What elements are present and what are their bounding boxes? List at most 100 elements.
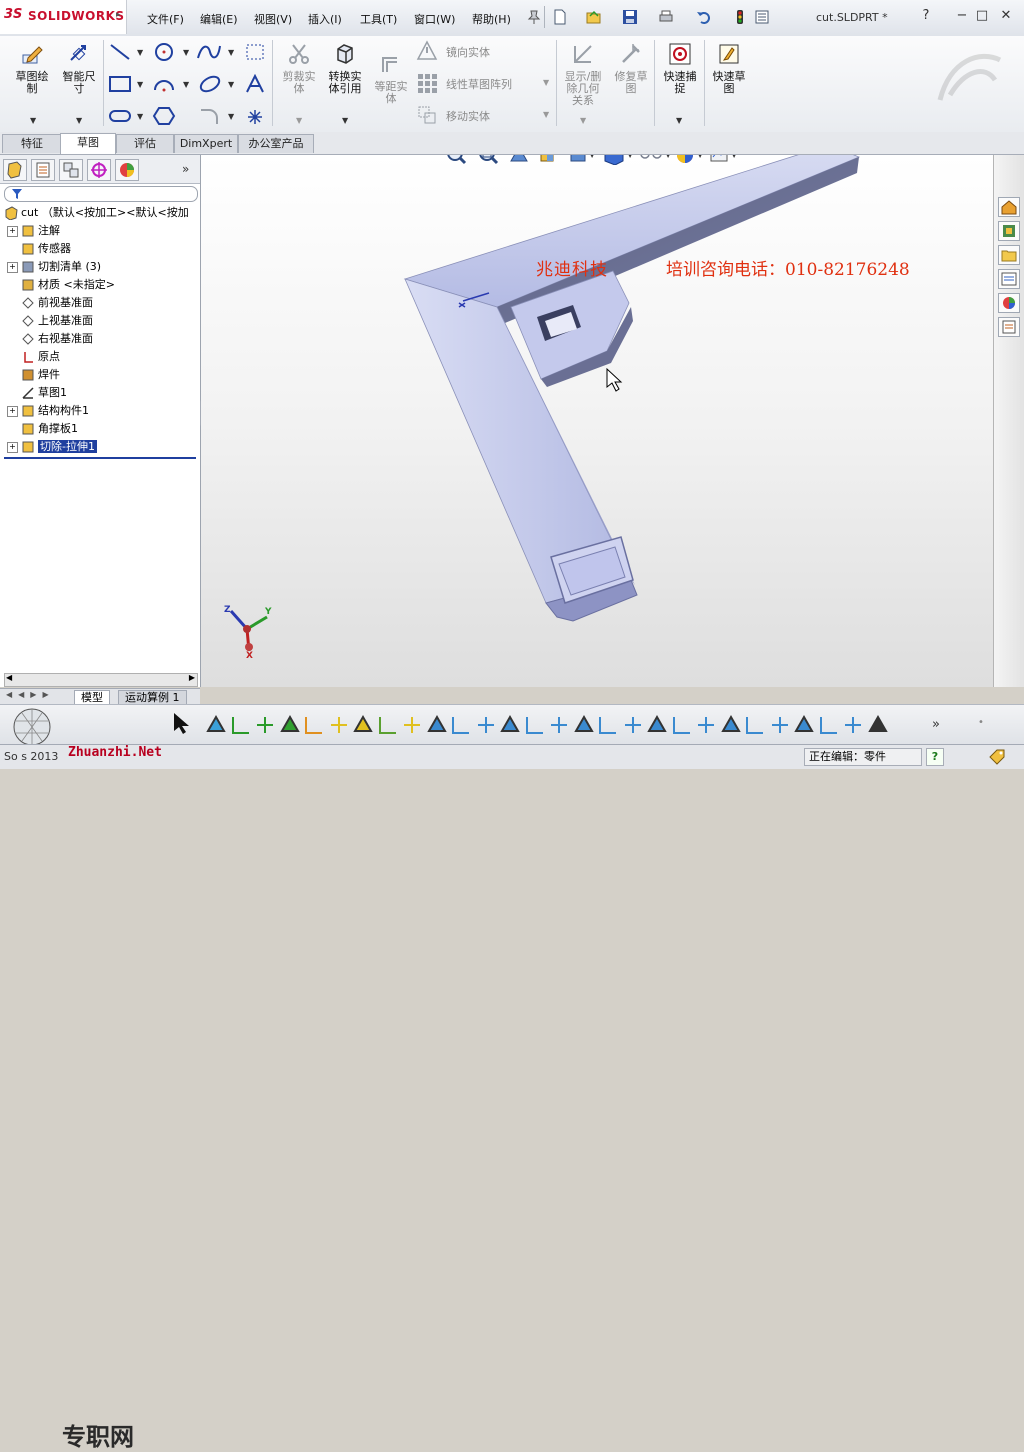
property-manager-tab-icon[interactable] <box>31 159 55 181</box>
equal-icon[interactable] <box>425 713 449 737</box>
help-button[interactable]: ? <box>918 8 934 24</box>
text-note-icon[interactable] <box>841 713 865 737</box>
quick-snaps-button[interactable]: 快速捕 捉 <box>657 40 703 95</box>
pierce-icon[interactable] <box>547 713 571 737</box>
move-entities-icon[interactable] <box>416 104 438 126</box>
custom-properties-icon[interactable] <box>998 317 1020 337</box>
rectangle-icon[interactable] <box>108 74 132 94</box>
datum-icon[interactable] <box>817 713 841 737</box>
fillet-icon[interactable] <box>198 106 222 126</box>
line-dropdown-icon[interactable]: ▼ <box>137 48 143 57</box>
slot-icon[interactable] <box>108 106 132 126</box>
graphics-area[interactable]: ▼ ▼ ▼ ▼ ▼ − ❐ ✕ <box>201 155 993 687</box>
select-pointer-icon[interactable] <box>170 711 190 735</box>
expand-icon[interactable]: + <box>7 405 18 417</box>
add-relation-icon[interactable] <box>204 713 228 737</box>
feature-tree-item[interactable]: + 结构构件1 <box>0 402 89 420</box>
merge-icon[interactable] <box>523 713 547 737</box>
relations-dropdown-icon[interactable]: ▼ <box>580 116 586 125</box>
rollback-bar[interactable] <box>4 457 196 459</box>
feature-tree-item[interactable]: 原点 <box>0 348 60 366</box>
save-icon[interactable] <box>622 9 638 25</box>
toolbar-grip-icon[interactable]: • <box>978 717 984 728</box>
snaps-dropdown-icon[interactable]: ▼ <box>676 116 682 125</box>
panel-expand-icon[interactable]: » <box>182 162 189 176</box>
coincident-icon[interactable] <box>351 713 375 737</box>
rapid-sketch-button[interactable]: 快速草 图 <box>706 40 752 95</box>
feature-tree-item[interactable]: + 切割清单 (3) <box>0 258 101 276</box>
menu-tools[interactable]: 工具(T) <box>360 11 397 27</box>
geometric-tolerance-icon[interactable] <box>792 713 816 737</box>
tab-scroll-arrows-icon[interactable]: ◀◀▶▶ <box>6 690 55 699</box>
menu-help[interactable]: 帮助(H) <box>472 11 511 27</box>
midpoint-icon[interactable] <box>400 713 424 737</box>
text-icon[interactable] <box>244 74 266 94</box>
feature-tree-item[interactable]: 草图1 <box>0 384 67 402</box>
file-explorer-icon[interactable] <box>998 245 1020 265</box>
trim-dropdown-icon[interactable]: ▼ <box>296 116 302 125</box>
options-icon[interactable] <box>754 9 770 25</box>
toolbar-overflow-icon[interactable]: » <box>932 717 940 732</box>
linear-pattern-icon[interactable] <box>416 72 438 94</box>
perpendicular-icon[interactable] <box>449 713 473 737</box>
arc-dropdown-icon[interactable]: ▼ <box>183 80 189 89</box>
feature-tree-item[interactable]: 右视基准面 <box>0 330 93 348</box>
ordinate-dimension-icon[interactable] <box>670 713 694 737</box>
tab-features[interactable]: 特征 <box>2 134 62 153</box>
circle-icon[interactable] <box>152 42 176 62</box>
slot-dropdown-icon[interactable]: ▼ <box>137 112 143 121</box>
spline-icon[interactable] <box>196 42 222 62</box>
concentric-icon[interactable] <box>498 713 522 737</box>
dimxpert-manager-tab-icon[interactable] <box>87 159 111 181</box>
mirror-entities-icon[interactable] <box>416 40 438 62</box>
feature-tree-item[interactable]: 前视基准面 <box>0 294 93 312</box>
horizontal-scrollbar[interactable]: ◀ ▶ <box>4 673 198 687</box>
undo-icon[interactable] <box>696 9 712 25</box>
open-folder-icon[interactable] <box>586 9 602 25</box>
point-icon[interactable] <box>246 108 264 126</box>
logo-expand-arrow-icon[interactable]: ▸ <box>116 10 121 20</box>
feature-tree-item[interactable]: 传感器 <box>0 240 71 258</box>
tab-office-products[interactable]: 办公室产品 <box>238 134 314 153</box>
dimension-icon[interactable] <box>596 713 620 737</box>
symmetric-icon[interactable] <box>474 713 498 737</box>
tab-evaluate[interactable]: 评估 <box>116 134 174 153</box>
line-icon[interactable] <box>108 42 132 62</box>
collinear-icon[interactable] <box>327 713 351 737</box>
feature-manager-tab-icon[interactable] <box>3 159 27 181</box>
rectangle-dropdown-icon[interactable]: ▼ <box>137 80 143 89</box>
status-help-icon[interactable]: ? <box>926 748 944 766</box>
sketch-button[interactable]: 草图绘 制 <box>9 40 55 95</box>
coradial-icon[interactable] <box>572 713 596 737</box>
menu-view[interactable]: 视图(V) <box>254 11 292 27</box>
feature-tree-item[interactable]: 材质 <未指定> <box>0 276 115 294</box>
linear-pattern-label[interactable]: 线性草图阵列 <box>446 76 512 92</box>
display-manager-tab-icon[interactable] <box>115 159 139 181</box>
feature-tree-item[interactable]: + 注解 <box>0 222 60 240</box>
sketch-dropdown-arrow-icon[interactable]: ▼ <box>30 116 36 125</box>
offset-entities-button[interactable]: 等距实 体 <box>368 50 414 105</box>
polygon-icon[interactable] <box>152 106 176 126</box>
arc-icon[interactable] <box>152 74 176 94</box>
display-delete-relations-button[interactable]: 显示/删 除几何 关系 <box>560 40 606 107</box>
angle-dimension-icon[interactable] <box>743 713 767 737</box>
convert-entities-button[interactable]: 转换实 体引用 <box>322 40 368 95</box>
spline-dropdown-icon[interactable]: ▼ <box>228 48 234 57</box>
minimize-button[interactable]: − <box>954 8 970 24</box>
move-dropdown-icon[interactable]: ▼ <box>543 110 549 119</box>
feature-filter-input[interactable] <box>4 186 198 202</box>
expand-icon[interactable]: + <box>7 441 18 453</box>
feature-tree-item[interactable]: 角撑板1 <box>0 420 78 438</box>
mirror-entities-label[interactable]: 镜向实体 <box>446 44 490 60</box>
surface-finish-icon[interactable] <box>866 713 890 737</box>
pin-icon[interactable] <box>526 9 542 25</box>
menu-edit[interactable]: 编辑(E) <box>200 11 238 27</box>
fillet-dropdown-icon[interactable]: ▼ <box>228 112 234 121</box>
plane-sketch-icon[interactable] <box>244 42 266 62</box>
configuration-manager-tab-icon[interactable] <box>59 159 83 181</box>
smart-dimension-button[interactable]: 智能尺 寸 <box>56 40 102 95</box>
view-palette-icon[interactable] <box>998 269 1020 289</box>
dimension-dropdown-arrow-icon[interactable]: ▼ <box>76 116 82 125</box>
feature-tree-root[interactable]: cut （默认<按加工><默认<按加 <box>0 204 189 222</box>
appearances-icon[interactable] <box>998 293 1020 313</box>
